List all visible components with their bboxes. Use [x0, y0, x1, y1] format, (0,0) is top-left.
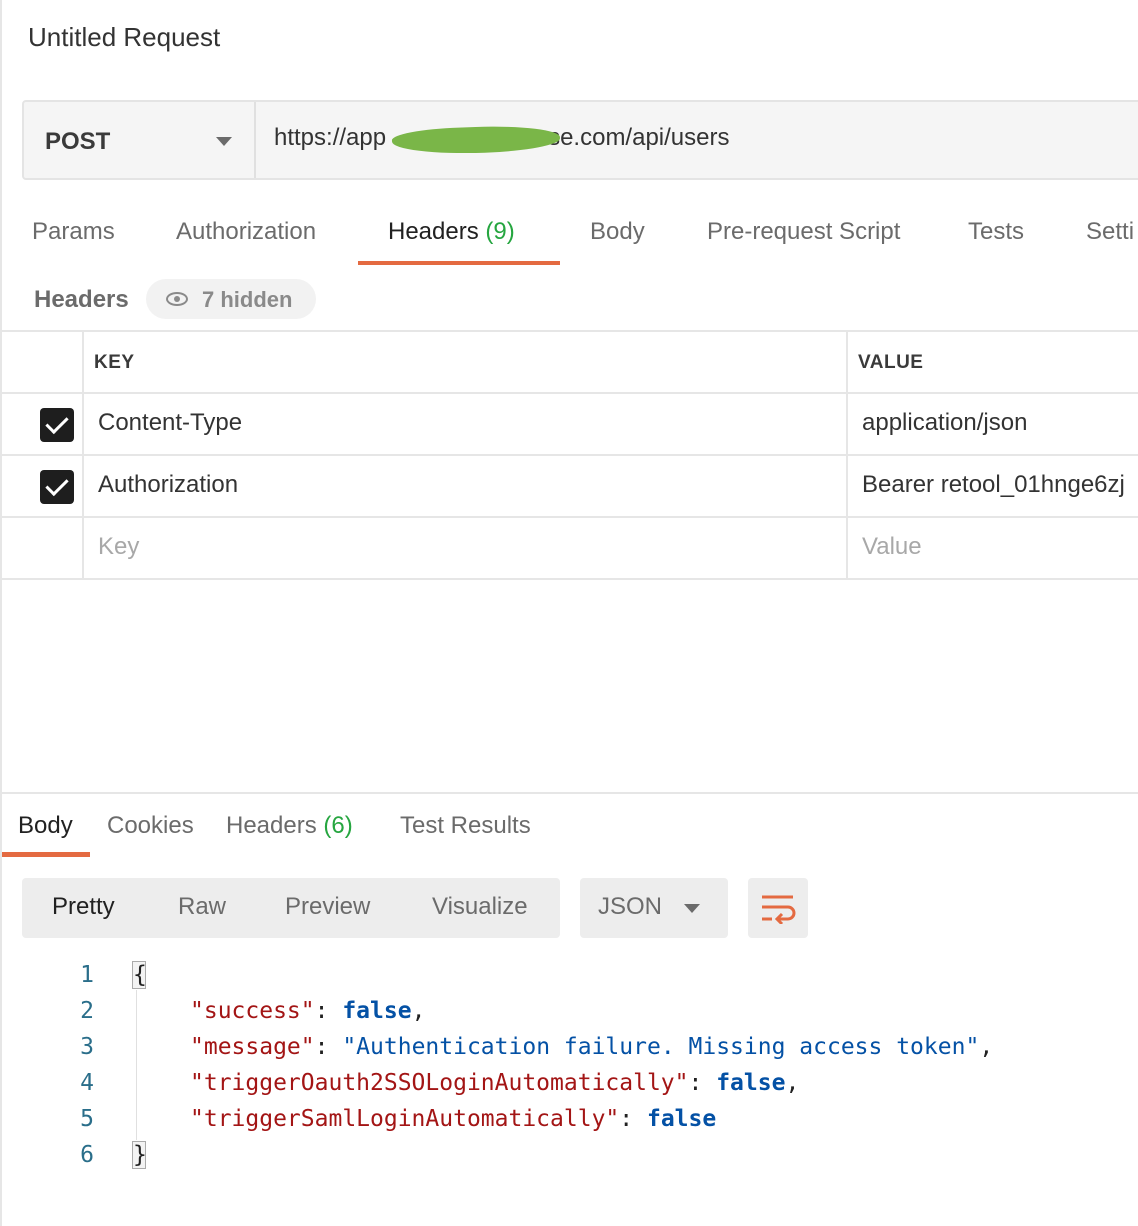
table-header-row: KEY VALUE: [0, 330, 1138, 392]
tab-headers-label: Headers: [388, 218, 479, 245]
code-line: "message": "Authentication failure. Miss…: [190, 1034, 994, 1060]
code-line: "success": false,: [190, 998, 426, 1024]
json-value: "Authentication failure. Missing access …: [342, 1034, 980, 1060]
wrap-lines-button[interactable]: [748, 878, 808, 938]
view-raw-button[interactable]: Raw: [178, 893, 226, 921]
line-number: 3: [80, 1034, 94, 1060]
row-checkbox[interactable]: [40, 470, 74, 504]
row-checkbox[interactable]: [40, 408, 74, 442]
header-value[interactable]: application/json: [862, 409, 1027, 437]
method-select[interactable]: POST: [24, 102, 256, 178]
hidden-headers-toggle[interactable]: 7 hidden: [146, 279, 316, 319]
request-tabs: Params Authorization Headers (9) Body Pr…: [0, 200, 1138, 270]
url-bar: POST https://app se.com/api/users: [22, 100, 1138, 180]
table-row: Content-Type application/json: [0, 392, 1138, 454]
json-key: "message": [190, 1034, 315, 1060]
response-tab-headers-count: (6): [323, 812, 353, 839]
header-key[interactable]: Authorization: [98, 471, 238, 499]
response-tab-body[interactable]: Body: [18, 812, 73, 840]
view-visualize-button[interactable]: Visualize: [432, 893, 528, 921]
indent-guide: [136, 990, 137, 1140]
code-line: "triggerSamlLoginAutomatically": false: [190, 1106, 717, 1132]
value-placeholder-input[interactable]: Value: [862, 533, 922, 561]
header-value[interactable]: Bearer retool_01hnge6zj: [862, 471, 1125, 499]
format-select[interactable]: JSON: [580, 878, 728, 938]
column-key: KEY: [94, 352, 135, 373]
tab-params[interactable]: Params: [32, 218, 115, 246]
json-comma: ,: [785, 1070, 800, 1096]
line-number: 2: [80, 998, 94, 1024]
json-comma: ,: [411, 998, 426, 1024]
json-key: "triggerOauth2SSOLoginAutomatically": [190, 1070, 689, 1096]
response-tab-headers-label: Headers: [226, 812, 317, 839]
response-tab-test-results[interactable]: Test Results: [400, 812, 531, 840]
json-key: "triggerSamlLoginAutomatically": [190, 1106, 620, 1132]
hidden-count: 7 hidden: [202, 287, 293, 312]
tab-authorization[interactable]: Authorization: [176, 218, 316, 246]
url-suffix: se.com/api/users: [548, 124, 730, 151]
request-title[interactable]: Untitled Request: [28, 22, 220, 53]
table-row: Authorization Bearer retool_01hnge6zj: [0, 454, 1138, 516]
json-comma: ,: [979, 1034, 994, 1060]
json-close-brace: }: [132, 1141, 147, 1169]
view-mode-bar: Pretty Raw Preview Visualize: [22, 878, 560, 938]
tab-headers[interactable]: Headers (9): [388, 218, 515, 246]
tab-pre-request-script[interactable]: Pre-request Script: [707, 218, 900, 246]
table-row-new: Key Value: [0, 516, 1138, 578]
chevron-down-icon: [684, 904, 700, 913]
header-key[interactable]: Content-Type: [98, 409, 242, 437]
table-bottom-border: [0, 578, 1138, 580]
response-tabs: Body Cookies Headers (6) Test Results: [0, 800, 1138, 860]
tab-tests[interactable]: Tests: [968, 218, 1024, 246]
json-value: false: [716, 1070, 786, 1096]
key-placeholder-input[interactable]: Key: [98, 533, 139, 561]
response-tab-headers[interactable]: Headers (6): [226, 812, 353, 840]
wrap-lines-icon: [762, 895, 796, 924]
method-label: POST: [45, 128, 111, 155]
response-divider[interactable]: [0, 792, 1138, 794]
line-number: 6: [80, 1142, 94, 1168]
active-response-tab-indicator: [2, 852, 90, 857]
line-number: 4: [80, 1070, 94, 1096]
view-pretty-button[interactable]: Pretty: [52, 893, 115, 921]
response-tab-cookies[interactable]: Cookies: [107, 812, 194, 840]
url-prefix: https://app: [274, 124, 387, 151]
left-border: [0, 0, 2, 1226]
line-number: 5: [80, 1106, 94, 1132]
tab-headers-count: (9): [485, 218, 515, 245]
eye-icon: [166, 292, 188, 306]
headers-section-label: Headers: [34, 286, 129, 313]
json-key: "success": [190, 998, 315, 1024]
line-number: 1: [80, 962, 94, 988]
code-line: "triggerOauth2SSOLoginAutomatically": fa…: [190, 1070, 800, 1096]
json-value: false: [342, 998, 412, 1024]
chevron-down-icon: [216, 137, 232, 146]
tab-settings[interactable]: Setti: [1086, 218, 1134, 246]
column-divider: [846, 330, 848, 580]
active-tab-indicator: [358, 261, 560, 265]
format-label: JSON: [598, 893, 663, 920]
column-divider: [82, 330, 84, 580]
tab-body[interactable]: Body: [590, 218, 645, 246]
column-value: VALUE: [858, 352, 924, 373]
json-value: false: [646, 1106, 717, 1132]
view-preview-button[interactable]: Preview: [285, 893, 370, 921]
json-open-brace: {: [132, 961, 147, 989]
